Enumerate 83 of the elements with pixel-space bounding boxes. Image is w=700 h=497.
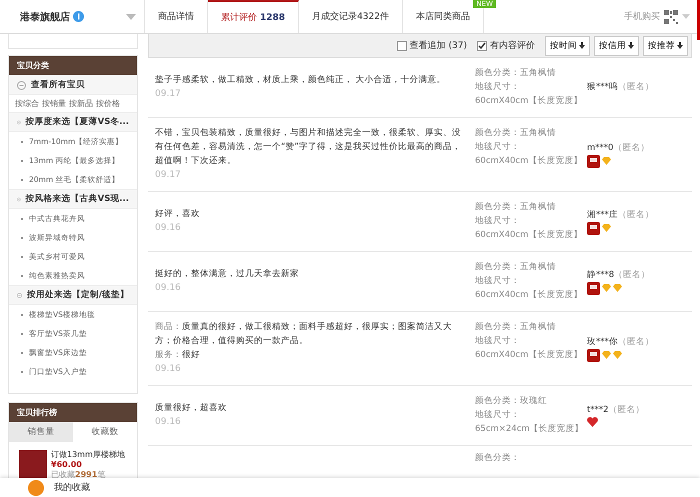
my-favorites-link[interactable]: 我的收藏 — [54, 481, 90, 494]
sort-button[interactable]: 按信用 — [594, 36, 639, 56]
sku-label: 地毯尺寸： — [475, 142, 520, 152]
category-header: 宝贝分类 — [9, 56, 137, 75]
user-name: 湘***庄（匿名） — [587, 208, 654, 222]
sku-value: 五角枫情 — [520, 322, 556, 332]
level-badge-icon — [587, 222, 600, 234]
ranking-header: 宝贝排行榜 — [9, 403, 137, 422]
sku-label: 颜色分类： — [475, 128, 520, 138]
review-text: 商品：质量真的很好，做工很精致；面料手感超好，很厚实；图案简洁又大方；价格合理，值得购买的一款产品。 服务：很好 — [155, 320, 453, 362]
sort-link[interactable]: 按综合 — [15, 98, 39, 109]
review-date: 09.17 — [155, 169, 182, 182]
checkbox-label[interactable]: 查看追加 (37) — [410, 39, 467, 52]
sku-value: 五角枫情 — [520, 202, 556, 212]
qr-code-icon[interactable] — [664, 10, 678, 24]
review-text: 挺好的，整体满意，过几天拿去新家 — [155, 268, 300, 281]
review-text: 不错，宝贝包装精致，质量很好，与图片和描述完全一致，很柔软、厚实、没有任何色差，容易清洗，怎一个“赞”字了得，这是我买过性价比最高的商品，超值啊！下次还来。 — [155, 126, 462, 168]
sku-label: 颜色分类： — [475, 396, 520, 406]
sku-label: 颜色分类： — [475, 453, 520, 463]
sort-button[interactable]: 按时间 — [545, 36, 590, 56]
sku-value: 60cmX40cm【长度宽度】 — [475, 348, 584, 362]
checkbox-label[interactable]: 有内容评价 — [490, 39, 535, 52]
user-name: 猴***呜（匿名） — [587, 81, 654, 94]
caret-icon[interactable] — [682, 14, 690, 19]
review-date: 09.16 — [155, 282, 182, 295]
sku-value: 五角枫情 — [520, 68, 556, 78]
review-date: 09.16 — [155, 363, 182, 376]
sku-label: 地毯尺寸： — [475, 216, 520, 226]
sku-value: 玫瑰红 — [520, 396, 547, 406]
review-text: 垫子手感柔软，做工精致，材质上乘，颜色纯正， 大小合适，十分满意。 — [155, 74, 447, 87]
review-text: 好评，喜欢 — [155, 208, 201, 221]
sku-label: 颜色分类： — [475, 68, 520, 78]
diamond-icon — [602, 224, 611, 232]
user-name: m***0（匿名） — [587, 142, 650, 154]
tab[interactable]: 月成交记录4322件 — [299, 0, 403, 33]
collapse-icon[interactable] — [17, 118, 21, 126]
level-badge-icon — [587, 154, 600, 168]
favorite-count: 已收藏2991笔 — [51, 470, 106, 480]
review-date: 09.17 — [155, 88, 182, 101]
review-date: 09.16 — [155, 222, 182, 235]
sku-value: 60cmX40cm【长度宽度】 — [475, 94, 584, 108]
sort-link[interactable]: 按价格 — [96, 98, 120, 109]
sku-label: 地毯尺寸： — [475, 82, 520, 92]
product-name[interactable]: 订做13mm厚楼梯地 — [51, 450, 125, 460]
sku-label: 颜色分类： — [475, 202, 520, 212]
tab[interactable]: 商品详情 — [145, 0, 208, 33]
product-price: ¥60.00 — [51, 460, 83, 470]
sku-label: 地毯尺寸： — [475, 410, 520, 420]
heart-icon — [587, 417, 598, 427]
caret-icon[interactable] — [126, 14, 136, 20]
sort-button[interactable]: 按推荐 — [643, 36, 688, 56]
sort-link[interactable]: 按新品 — [69, 98, 93, 109]
user-name: 静***8（匿名） — [587, 268, 650, 282]
product-photo-placeholder[interactable] — [19, 450, 47, 478]
sku-label: 地毯尺寸： — [475, 276, 520, 286]
user-name: 玫***你（匿名） — [587, 336, 654, 348]
checkbox[interactable] — [396, 40, 407, 50]
sort-link[interactable]: 按销量 — [42, 98, 66, 109]
ranking-tab[interactable]: 销售量 — [9, 422, 73, 442]
sku-value: 60cmX40cm【长度宽度】 — [475, 154, 584, 168]
level-badge-icon — [587, 282, 600, 294]
sku-value: 五角枫情 — [520, 128, 556, 138]
collapse-icon[interactable] — [17, 290, 22, 300]
sku-value: 65cm×24cm【长度宽度】 — [475, 422, 585, 436]
sku-label: 颜色分类： — [475, 262, 520, 272]
checkbox[interactable] — [477, 40, 487, 50]
sku-label: 颜色分类： — [475, 322, 520, 332]
user-name: t***2（匿名） — [587, 404, 644, 417]
sku-label: 地毯尺寸： — [475, 336, 520, 346]
level-badge-icon — [587, 348, 600, 362]
sku-value: 60cmX40cm【长度宽度】 — [475, 288, 584, 302]
review-text: 质量很好，超喜欢 — [155, 402, 228, 415]
shop-name[interactable]: 港泰旗舰店 — [20, 10, 70, 24]
down-arrow-icon — [579, 42, 585, 49]
sku-value: 60cmX40cm【长度宽度】 — [475, 228, 584, 242]
info-badge-icon — [73, 11, 84, 22]
review-date: 09.16 — [155, 416, 182, 429]
diamond-icon — [602, 157, 611, 165]
down-arrow-icon — [677, 42, 683, 49]
down-arrow-icon — [628, 42, 634, 49]
sku-value: 五角枫情 — [520, 262, 556, 272]
collapse-icon[interactable] — [17, 80, 26, 90]
collapse-icon[interactable] — [17, 194, 21, 204]
